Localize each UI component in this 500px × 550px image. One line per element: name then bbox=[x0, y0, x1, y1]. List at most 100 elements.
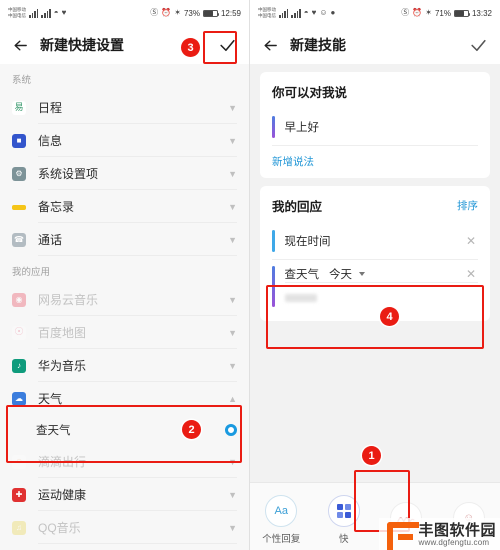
dual-screenshot-container: 中国移动 中国电信 ◓ ♥ Ⓢ ⏰ ✶ 73% 12:59 新建快捷设置 系统 … bbox=[0, 0, 500, 550]
alarm-icon: ⏰ bbox=[161, 8, 172, 17]
left-settings-list[interactable]: 系统 易 日程 ▼ ■ 信息 ▼ ⚙ 系统设置项 ▼ 备忘录 ▼ ☎ 通话 ▼ … bbox=[0, 64, 249, 550]
chevron-down-icon[interactable]: ▼ bbox=[228, 136, 237, 146]
skill-value-field[interactable] bbox=[284, 289, 479, 307]
list-item-label: 通话 bbox=[38, 233, 63, 247]
skill-entry-row[interactable]: 查天气 今天 ✕ bbox=[272, 260, 478, 313]
watermark-name: 丰图软件园 bbox=[418, 521, 496, 539]
blurred-value bbox=[284, 294, 317, 302]
confirm-checkmark-button[interactable] bbox=[215, 33, 239, 57]
battery-percent-label: 71% bbox=[434, 8, 451, 18]
chevron-down-icon[interactable]: ▼ bbox=[228, 103, 237, 113]
left-app-bar: 新建快捷设置 bbox=[0, 26, 249, 64]
list-item-netease-music[interactable]: ◉ 网易云音乐 ▼ bbox=[0, 283, 249, 316]
carrier-line-2: 中国电信 bbox=[8, 13, 26, 18]
say-entry-row[interactable]: 早上好 bbox=[272, 109, 478, 146]
list-item-health[interactable]: ✚ 运动健康 ▼ bbox=[0, 478, 249, 511]
watermark-url: www.dgfengtu.com bbox=[418, 537, 490, 547]
netease-music-icon: ◉ bbox=[12, 292, 26, 307]
watermark: 丰图软件园 www.dgfengtu.com bbox=[379, 518, 500, 550]
battery-icon bbox=[202, 9, 220, 17]
chevron-down-icon[interactable]: ▼ bbox=[228, 490, 237, 500]
chevron-down-icon[interactable]: ▼ bbox=[228, 523, 237, 533]
battery-icon bbox=[453, 9, 471, 17]
sort-button[interactable]: 排序 bbox=[457, 198, 478, 213]
chevron-down-icon[interactable]: ▼ bbox=[228, 235, 237, 245]
toolbar-grid-button[interactable]: 快 bbox=[314, 494, 374, 545]
carrier-line-2: 中国电信 bbox=[258, 13, 276, 18]
list-item-label: 信息 bbox=[38, 134, 63, 148]
list-item-message[interactable]: ■ 信息 ▼ bbox=[0, 124, 249, 157]
back-arrow-icon[interactable] bbox=[10, 35, 30, 55]
list-item-baidu-map[interactable]: ☉ 百度地图 ▼ bbox=[0, 316, 249, 349]
list-item-calendar[interactable]: 易 日程 ▼ bbox=[0, 91, 249, 124]
chevron-down-icon[interactable]: ▼ bbox=[228, 295, 237, 305]
qq-music-icon: ♫ bbox=[12, 520, 26, 535]
response-card-title: 我的回应 bbox=[272, 200, 323, 214]
right-app-bar: 新建技能 bbox=[250, 26, 500, 64]
close-icon[interactable]: ✕ bbox=[464, 267, 478, 281]
list-item-label: 百度地图 bbox=[38, 326, 87, 340]
close-icon[interactable]: ✕ bbox=[464, 234, 478, 248]
accent-bar bbox=[272, 266, 275, 307]
alarm-icon: ⏰ bbox=[412, 8, 423, 17]
health-icon: ✚ bbox=[12, 487, 26, 502]
person-icon: ☺ bbox=[319, 8, 328, 17]
list-item-huawei-music[interactable]: ♪ 华为音乐 ▼ bbox=[0, 349, 249, 382]
right-status-bar: 中国移动 中国电信 ◓ ♥ ☺ ● Ⓢ ⏰ ✶ 71% 13:32 bbox=[250, 0, 500, 26]
chevron-down-icon[interactable] bbox=[359, 272, 365, 276]
say-card-title: 你可以对我说 bbox=[272, 86, 348, 100]
list-item-call[interactable]: ☎ 通话 ▼ bbox=[0, 223, 249, 256]
radio-selected-icon[interactable] bbox=[225, 424, 237, 436]
wifi-icon: ◓ bbox=[303, 8, 309, 17]
my-response-card: 我的回应 排序 现在时间 ✕ 查天气 今天 ✕ bbox=[260, 186, 490, 321]
list-item-system-settings[interactable]: ⚙ 系统设置项 ▼ bbox=[0, 157, 249, 190]
list-item-label: QQ音乐 bbox=[38, 521, 81, 535]
do-not-disturb-icon: Ⓢ bbox=[401, 8, 410, 17]
status-right-group: Ⓢ ⏰ ✶ 71% 13:32 bbox=[401, 9, 492, 18]
list-item-label: 天气 bbox=[38, 392, 63, 406]
response-entry-row[interactable]: 现在时间 ✕ bbox=[272, 223, 478, 260]
chevron-down-icon[interactable]: ▼ bbox=[228, 457, 237, 467]
accent-bar bbox=[272, 116, 275, 138]
list-item-label: 网易云音乐 bbox=[38, 293, 99, 307]
say-to-me-card: 你可以对我说 早上好 新增说法 bbox=[260, 72, 490, 178]
vpn-icon: ♥ bbox=[61, 8, 67, 17]
grid-apps-icon bbox=[327, 494, 360, 527]
right-content-area: 你可以对我说 早上好 新增说法 我的回应 排序 现在时间 ✕ 查天气 今天 ✕ … bbox=[250, 64, 500, 550]
didi-icon: ○ bbox=[12, 454, 26, 469]
toolbar-personal-reply-button[interactable]: Aa 个性回复 bbox=[251, 494, 311, 545]
baidu-map-icon: ☉ bbox=[12, 325, 26, 340]
accent-bar bbox=[272, 230, 275, 252]
do-not-disturb-icon: Ⓢ bbox=[150, 8, 159, 17]
list-item-label: 运动健康 bbox=[38, 488, 87, 502]
list-item-weather[interactable]: ☁ 天气 ▲ bbox=[0, 382, 249, 415]
signal-icon bbox=[29, 8, 39, 18]
list-item-didi[interactable]: ○ 滴滴出行 ▼ bbox=[0, 445, 249, 478]
toolbar-item-label: 快 bbox=[338, 533, 349, 545]
skill-entry-line: 查天气 今天 ✕ bbox=[284, 266, 478, 283]
add-phrase-link[interactable]: 新增说法 bbox=[272, 154, 314, 169]
toolbar-item-label: 个性回复 bbox=[262, 533, 301, 545]
list-item-memo[interactable]: 备忘录 ▼ bbox=[0, 190, 249, 223]
chevron-down-icon[interactable]: ▼ bbox=[228, 202, 237, 212]
chevron-down-icon[interactable]: ▼ bbox=[228, 361, 237, 371]
memo-icon bbox=[12, 204, 26, 210]
settings-icon: ⚙ bbox=[12, 166, 26, 181]
chevron-up-icon[interactable]: ▲ bbox=[228, 394, 237, 404]
carrier-labels: 中国移动 中国电信 bbox=[8, 7, 26, 19]
weather-icon: ☁ bbox=[12, 391, 26, 406]
signal-icon-2 bbox=[41, 8, 51, 18]
list-item-label: 滴滴出行 bbox=[38, 455, 87, 469]
calendar-icon: 易 bbox=[12, 100, 26, 115]
list-item-label: 华为音乐 bbox=[38, 359, 87, 373]
back-arrow-icon[interactable] bbox=[260, 35, 280, 55]
text-aa-icon: Aa bbox=[265, 494, 298, 527]
list-item-qq-music[interactable]: ♫ QQ音乐 ▼ bbox=[0, 511, 249, 544]
sublist-item-check-weather[interactable]: 查天气 bbox=[0, 415, 249, 445]
chevron-down-icon[interactable]: ▼ bbox=[228, 328, 237, 338]
left-phone-screen: 中国移动 中国电信 ◓ ♥ Ⓢ ⏰ ✶ 73% 12:59 新建快捷设置 系统 … bbox=[0, 0, 250, 550]
confirm-checkmark-button[interactable] bbox=[466, 33, 490, 57]
response-entry-text: 现在时间 bbox=[284, 236, 331, 248]
say-entry-text: 早上好 bbox=[284, 122, 320, 134]
chevron-down-icon[interactable]: ▼ bbox=[228, 169, 237, 179]
